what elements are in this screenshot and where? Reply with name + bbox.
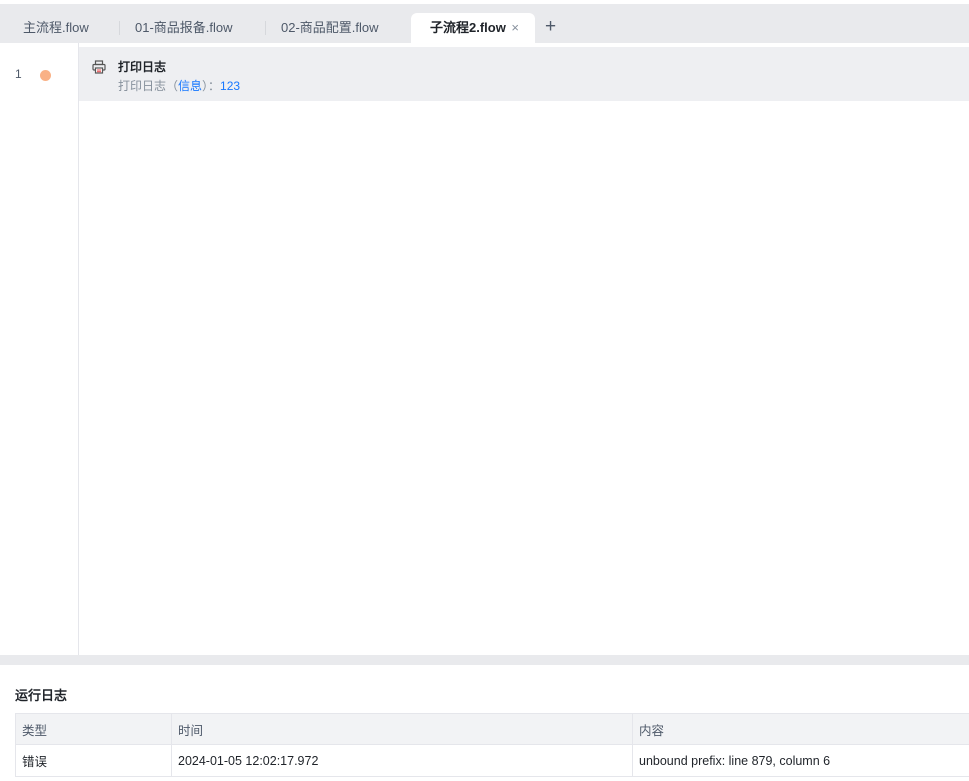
table-header: 类型 时间 内容 — [15, 713, 969, 745]
log-level: 信息 — [178, 79, 203, 93]
panel-resize-handle[interactable] — [0, 655, 969, 665]
cell-time: 2024-01-05 12:02:17.972 — [171, 744, 633, 777]
log-value: 123 — [220, 79, 241, 93]
table-row: 错误 2024-01-05 12:02:17.972 unbound prefi… — [15, 744, 969, 777]
line-number: 1 — [15, 67, 22, 81]
flow-node-print-log[interactable]: 打印日志 打印日志（信息）：123 — [79, 47, 969, 101]
line-gutter: 1 — [0, 43, 79, 655]
tab-02-flow[interactable]: 02-商品配置.flow — [281, 13, 379, 43]
tab-01-flow[interactable]: 01-商品报备.flow — [135, 13, 233, 43]
col-time: 时间 — [171, 713, 633, 745]
cell-type: 错误 — [15, 744, 172, 777]
tab-main-flow[interactable]: 主流程.flow — [23, 13, 89, 43]
add-tab-button[interactable]: + — [545, 17, 556, 37]
summary-sep: ）： — [202, 79, 221, 93]
col-content: 内容 — [632, 713, 969, 745]
summary-prefix: 打印日志（ — [118, 79, 179, 93]
node-title: 打印日志 — [118, 60, 167, 74]
run-log-table: 类型 时间 内容 错误 2024-01-05 12:02:17.972 unbo… — [15, 713, 969, 777]
breakpoint-dot[interactable] — [40, 70, 51, 81]
col-type: 类型 — [15, 713, 172, 745]
node-summary: 打印日志（信息）：123 — [118, 77, 240, 94]
run-log-title: 运行日志 — [15, 688, 68, 703]
tab-subflow2[interactable]: 子流程2.flow × — [411, 13, 535, 43]
tab-bar: 主流程.flow 01-商品报备.flow 02-商品配置.flow 子流程2.… — [0, 4, 969, 43]
tab-divider — [119, 21, 120, 35]
close-icon[interactable]: × — [511, 13, 519, 43]
tab-label: 子流程2.flow — [430, 20, 506, 35]
cell-content: unbound prefix: line 879, column 6 — [632, 744, 969, 777]
tab-divider — [265, 21, 266, 35]
printer-icon — [92, 60, 106, 74]
